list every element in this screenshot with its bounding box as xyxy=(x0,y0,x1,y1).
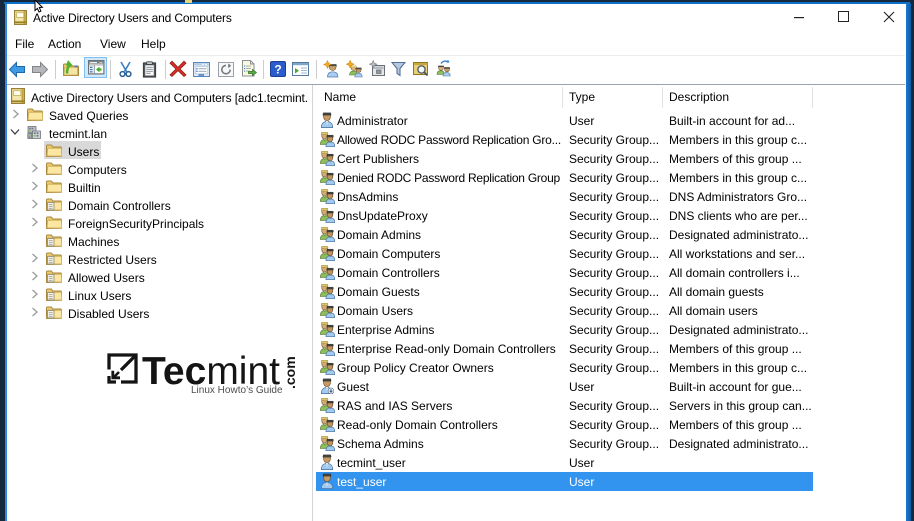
svg-text:?: ? xyxy=(274,63,281,77)
